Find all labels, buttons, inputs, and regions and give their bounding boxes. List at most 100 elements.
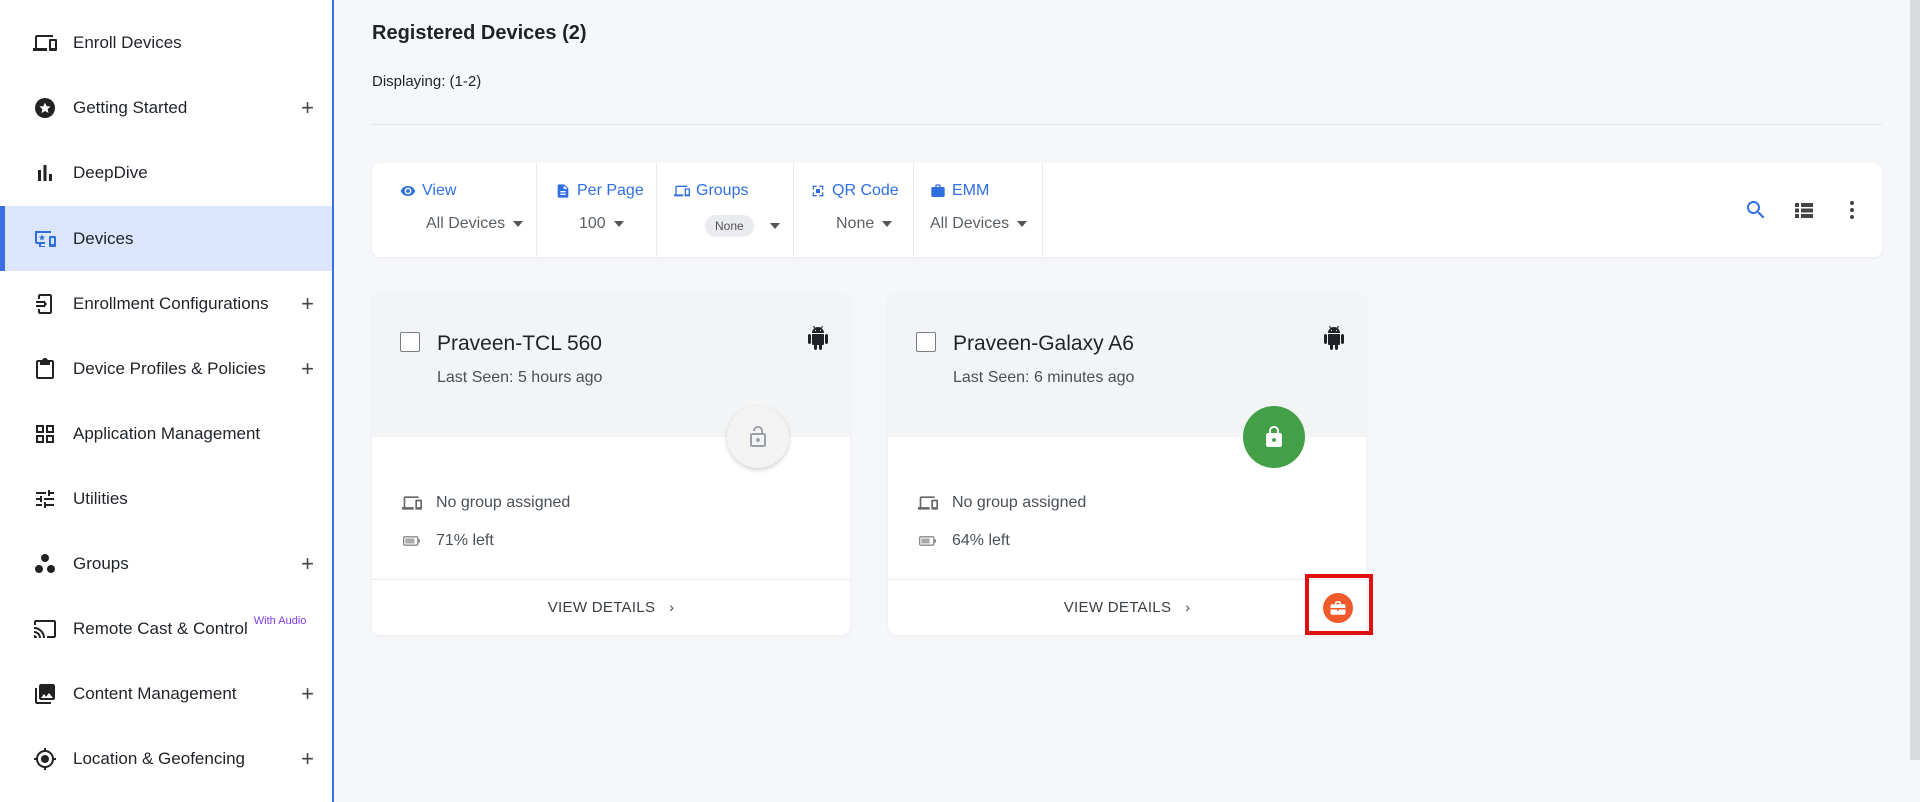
battery-icon (919, 536, 936, 546)
sidebar-item-getting-started[interactable]: Getting Started + (0, 75, 332, 140)
battery-info: 71% left (402, 531, 494, 551)
battery-info: 64% left (918, 531, 1010, 551)
sidebar-item-label: Content Management (73, 683, 237, 703)
sidebar: Enroll Devices Getting Started + DeepDiv… (0, 0, 334, 802)
sidebar-item-groups[interactable]: Groups + (0, 531, 332, 596)
chevron-right-icon: › (1185, 599, 1191, 615)
view-value: All Devices (426, 215, 506, 232)
location-target-icon (33, 747, 57, 771)
groups-label[interactable]: Groups (674, 182, 748, 200)
view-details-label: VIEW DETAILS (547, 598, 656, 616)
per-page-label-text: Per Page (577, 182, 644, 199)
briefcase-icon (1330, 601, 1346, 615)
qr-code-filter[interactable]: QR Code None (794, 163, 914, 257)
view-filter[interactable]: View All Devices (372, 163, 537, 257)
expand-plus-icon[interactable]: + (301, 746, 314, 772)
emm-label-text: EMM (952, 182, 990, 199)
sidebar-item-label: Enrollment Configurations (73, 293, 269, 313)
caret-down-icon (882, 221, 893, 227)
device-select-checkbox[interactable] (400, 332, 420, 352)
android-icon (1324, 326, 1344, 350)
expand-plus-icon[interactable]: + (301, 291, 314, 317)
group-text: No group assigned (952, 494, 1087, 511)
battery-text: 71% left (436, 532, 494, 549)
sidebar-item-device-profiles-policies[interactable]: Device Profiles & Policies + (0, 336, 332, 401)
group-info: No group assigned (918, 493, 1086, 513)
star-badge-icon (33, 96, 57, 120)
more-options-button[interactable] (1838, 196, 1866, 224)
sidebar-item-label: Location & Geofencing (73, 748, 246, 768)
sidebar-item-label: Remote Cast & Control (73, 618, 248, 638)
emm-label[interactable]: EMM (930, 182, 989, 200)
more-vert-icon (1850, 201, 1854, 219)
lock-icon (1266, 426, 1282, 447)
search-icon (1747, 201, 1765, 219)
per-page-label[interactable]: Per Page (555, 182, 644, 200)
device-card: Praveen-TCL 560 Last Seen: 5 hours ago N… (372, 294, 850, 635)
groups-icon (33, 552, 57, 576)
sidebar-item-application-management[interactable]: Application Management (0, 401, 332, 466)
sidebar-item-location-geofencing[interactable]: Location & Geofencing + (0, 726, 332, 791)
battery-text: 64% left (952, 532, 1010, 549)
photo-library-icon (33, 682, 57, 706)
per-page-select[interactable]: 100 (579, 215, 624, 233)
qr-code-select[interactable]: None (836, 215, 893, 233)
qr-code-label[interactable]: QR Code (810, 182, 899, 200)
sidebar-item-enrollment-configurations[interactable]: Enrollment Configurations + (0, 271, 332, 336)
devices-icon (674, 185, 690, 197)
group-info: No group assigned (402, 493, 570, 513)
device-card: Praveen-Galaxy A6 Last Seen: 6 minutes a… (888, 294, 1366, 635)
devices-icon (33, 31, 57, 55)
search-button[interactable] (1742, 196, 1770, 224)
sidebar-item-label: Devices (73, 228, 134, 248)
eye-icon (400, 186, 416, 196)
caret-down-icon (513, 221, 524, 227)
grid-icon (33, 422, 57, 446)
device-name: Praveen-TCL 560 (437, 332, 602, 355)
expand-plus-icon[interactable]: + (301, 681, 314, 707)
view-label[interactable]: View (400, 182, 456, 200)
expand-plus-icon[interactable]: + (301, 356, 314, 382)
filter-toolbar: View All Devices Per Page 100 Groups Non… (372, 163, 1882, 257)
emm-filter[interactable]: EMM All Devices (914, 163, 1043, 257)
unlocked-status[interactable] (727, 406, 789, 468)
sidebar-item-devices[interactable]: Devices (0, 206, 332, 271)
expand-plus-icon[interactable]: + (301, 551, 314, 577)
sidebar-item-deepdive[interactable]: DeepDive (0, 140, 332, 205)
sidebar-item-utilities[interactable]: Utilities (0, 466, 332, 531)
view-details-button[interactable]: VIEW DETAILS › (372, 579, 850, 635)
sidebar-item-remote-cast-control[interactable]: Remote Cast & Control With Audio (0, 596, 332, 661)
device-select-checkbox[interactable] (916, 332, 936, 352)
scrollbar[interactable] (1910, 0, 1920, 760)
last-seen: Last Seen: 6 minutes ago (953, 369, 1135, 386)
battery-icon (403, 536, 420, 546)
sliders-icon (33, 487, 57, 511)
locked-status[interactable] (1243, 406, 1305, 468)
list-view-icon (1795, 203, 1813, 218)
qr-code-value: None (836, 215, 875, 232)
emm-select[interactable]: All Devices (930, 215, 1028, 233)
expand-plus-icon[interactable]: + (301, 95, 314, 121)
with-audio-badge: With Audio (253, 614, 307, 627)
sidebar-item-enroll-devices[interactable]: Enroll Devices (0, 10, 332, 75)
per-page-filter[interactable]: Per Page 100 (537, 163, 657, 257)
device-name: Praveen-Galaxy A6 (953, 332, 1134, 355)
work-profile-button[interactable] (1323, 593, 1353, 623)
caret-down-icon (613, 221, 624, 227)
groups-select[interactable]: None (705, 215, 780, 237)
groups-filter[interactable]: Groups None (657, 163, 794, 257)
per-page-value: 100 (579, 215, 606, 232)
view-details-button[interactable]: VIEW DETAILS › (888, 579, 1366, 635)
emm-value: All Devices (930, 215, 1010, 232)
chevron-right-icon: › (669, 599, 675, 615)
list-view-button[interactable] (1790, 196, 1818, 224)
sidebar-item-label: Getting Started (73, 97, 188, 117)
sidebar-item-content-management[interactable]: Content Management + (0, 661, 332, 726)
lock-open-icon (750, 426, 766, 447)
view-select[interactable]: All Devices (426, 215, 524, 233)
devices-icon (402, 496, 422, 510)
sidebar-item-label: Device Profiles & Policies (73, 358, 266, 378)
clipboard-icon (33, 357, 57, 381)
group-text: No group assigned (436, 494, 571, 511)
sidebar-item-label: Utilities (73, 488, 128, 508)
